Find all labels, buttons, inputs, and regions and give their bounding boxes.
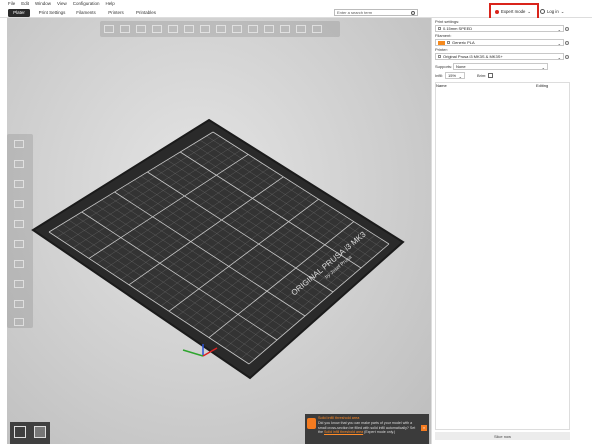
user-icon — [540, 9, 545, 14]
filament-select[interactable]: Generic PLA ⌄ — [435, 39, 564, 46]
printer-value: Original Prusa i3 MK3S & MK3S+ — [443, 54, 503, 59]
notification-suffix: (Expert mode only.) — [364, 430, 396, 435]
lock-icon — [438, 27, 441, 30]
infill-label: Infill: — [435, 73, 444, 78]
compare-icon[interactable] — [565, 40, 569, 45]
brim-label: Brim: — [477, 73, 487, 78]
chevron-down-icon: ⌄ — [557, 40, 561, 46]
cube-view-icon[interactable] — [14, 426, 26, 438]
compare-icon[interactable] — [565, 26, 569, 31]
notification-body: Did you know that you can make parts of … — [318, 421, 416, 435]
menu-file[interactable]: File — [8, 1, 15, 6]
hint-notification: Solid infill threshold area Did you know… — [305, 414, 429, 444]
lock-icon — [447, 41, 450, 44]
infill-value: 15% — [448, 73, 457, 78]
tab-filaments[interactable]: Filaments — [72, 9, 100, 17]
filament-value: Generic PLA — [452, 40, 475, 45]
notification-link[interactable]: Solid infill threshold area — [324, 430, 363, 434]
print-settings-select[interactable]: 0.15mm SPEED ⌄ — [435, 25, 564, 32]
mode-selector[interactable]: Expert mode ⌄ — [493, 7, 535, 16]
printer-label: Printer: — [435, 47, 448, 52]
tab-printables[interactable]: Printables — [132, 9, 160, 17]
chevron-down-icon: ⌄ — [557, 26, 561, 32]
view-toolbar — [10, 422, 50, 444]
chevron-down-icon: ⌄ — [541, 64, 545, 70]
chevron-down-icon: ⌄ — [560, 8, 565, 14]
editing-column-header: Editing — [536, 83, 549, 88]
tab-printers[interactable]: Printers — [104, 9, 128, 17]
menu-help[interactable]: Help — [106, 1, 115, 6]
menu-window[interactable]: Window — [35, 1, 51, 6]
y-axis — [182, 349, 204, 357]
object-list[interactable] — [435, 82, 570, 430]
slice-now-button[interactable]: Slice now — [435, 432, 570, 440]
search-icon[interactable] — [411, 10, 415, 15]
supports-label: Supports: — [435, 64, 453, 69]
sidebar: Print settings: 0.15mm SPEED ⌄ Filament:… — [431, 18, 592, 444]
login-button[interactable]: Log in ⌄ — [540, 7, 564, 16]
print-bed: ORIGINAL PRUSA i3 MK3 by Josef Prusa — [31, 118, 405, 380]
filament-label: Filament: — [435, 33, 452, 38]
print-settings-value: 0.15mm SPEED — [443, 26, 473, 31]
login-label: Log in — [547, 9, 559, 14]
infill-select[interactable]: 15% ⌄ — [445, 72, 465, 79]
notification-title: Solid infill threshold area — [318, 416, 360, 420]
3d-viewport[interactable]: ORIGINAL PRUSA i3 MK3 by Josef Prusa — [7, 18, 431, 444]
chevron-down-icon: ⌄ — [527, 8, 531, 14]
name-column-header: Name — [436, 83, 447, 88]
search-input[interactable]: Enter a search term — [334, 9, 418, 16]
mode-label: Expert mode — [501, 9, 526, 14]
chevron-down-icon: ⌄ — [557, 54, 561, 60]
menu-edit[interactable]: Edit — [21, 1, 29, 6]
menu-configuration[interactable]: Configuration — [73, 1, 100, 6]
tab-plater[interactable]: Plater — [8, 8, 30, 17]
supports-value: None — [456, 64, 466, 69]
tab-print-settings[interactable]: Print Settings — [36, 9, 68, 17]
supports-select[interactable]: None ⌄ — [453, 63, 548, 70]
filament-color-swatch[interactable] — [438, 40, 445, 45]
search-placeholder: Enter a search term — [337, 10, 373, 15]
printer-select[interactable]: Original Prusa i3 MK3S & MK3S+ ⌄ — [435, 53, 564, 60]
compare-icon[interactable] — [565, 54, 569, 59]
brim-checkbox[interactable] — [488, 73, 493, 78]
preview-view-icon[interactable] — [34, 426, 46, 438]
chevron-down-icon: ⌄ — [458, 73, 462, 79]
menu-view[interactable]: View — [57, 1, 67, 6]
mode-indicator-icon — [495, 9, 499, 14]
close-icon[interactable]: × — [421, 425, 427, 431]
lightbulb-icon — [307, 418, 316, 429]
lock-icon — [438, 55, 441, 58]
print-settings-label: Print settings: — [435, 19, 460, 24]
